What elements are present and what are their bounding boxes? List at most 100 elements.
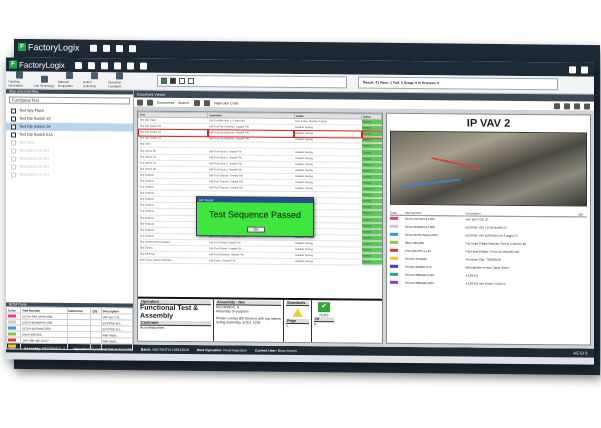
test-results-table: Test Operation Limits Status Test Dip Flash… xyxy=(137,112,383,266)
step-label: Test Inputs (0-1S) xyxy=(19,164,49,169)
gear-icon[interactable] xyxy=(139,62,147,70)
unit-status-summary: Result: 41 Pass: 1 Fail: 0 Scrap: 0 In P… xyxy=(358,76,558,91)
defect-collection-button[interactable]: Defect Collection xyxy=(83,72,105,88)
settings-icon[interactable] xyxy=(126,61,134,70)
page-icon[interactable] xyxy=(564,102,570,109)
step-checkbox-icon xyxy=(11,115,16,122)
background-app-name: FactoryLogix xyxy=(28,42,80,53)
step-checkbox-icon xyxy=(11,107,16,114)
status-user: Brian Cronin xyxy=(277,348,297,353)
dialog-title: DIP Result xyxy=(197,197,313,204)
steps-header: Step and Activities xyxy=(6,89,133,95)
status-next-operation: Final Inspection xyxy=(223,347,248,353)
material-icon xyxy=(65,71,73,80)
documents-label[interactable]: Documents xyxy=(157,100,174,104)
step-checkbox-icon xyxy=(11,139,16,146)
step-label: Test Spy Flash xyxy=(19,108,44,113)
print-icon[interactable] xyxy=(574,102,580,109)
step-checkbox-icon xyxy=(11,163,16,170)
binoculars-icon[interactable] xyxy=(193,99,200,106)
unit-label: Unit: xyxy=(9,345,16,351)
tracking-icon xyxy=(15,71,23,79)
test-report-sheet[interactable]: Test Operation Limits Status Test Dip Flash… xyxy=(137,110,383,344)
wi-qty xyxy=(578,217,587,225)
play-icon[interactable] xyxy=(161,77,167,84)
step-label: Test Inputs (0-1S) xyxy=(19,148,49,153)
tracking-information-button[interactable]: Tracking Information xyxy=(8,71,30,88)
checkmark-icon[interactable] xyxy=(188,78,194,85)
color-swatch xyxy=(390,280,398,284)
wi-color-cell xyxy=(390,263,405,271)
settings-icon[interactable] xyxy=(203,99,210,106)
step-checkbox-icon xyxy=(11,131,16,138)
document-viewer: Document Viewer Documents Search: Inspec… xyxy=(134,90,594,349)
color-swatch xyxy=(8,319,16,324)
defect-icon xyxy=(90,72,98,80)
color-swatch xyxy=(8,325,16,330)
forward-icon[interactable] xyxy=(147,99,153,106)
step-list: Test Spy Flash Test Dip Switch 1S Test Dip… xyxy=(6,106,133,179)
status-assembly: REV3FINDC: A xyxy=(42,346,66,351)
test-row: Start Erase Safety Software Call Erase: U… xyxy=(138,257,382,266)
color-swatch xyxy=(390,264,398,268)
customer-value: Acme/Industries xyxy=(140,325,165,330)
wi-part-number: 0TCCH-9602BK-0007 xyxy=(404,280,435,285)
wi-qty xyxy=(578,233,587,241)
operation-title: Functional Test & Assembly xyxy=(140,304,199,320)
document-icon[interactable] xyxy=(102,44,110,52)
wi-qty xyxy=(578,281,587,289)
unit-genealogy-button[interactable]: Unit Genealogy xyxy=(33,75,55,88)
document-icon[interactable] xyxy=(87,61,95,69)
inspection-code-label: Inspection Code xyxy=(213,100,239,105)
operation-feedback-button[interactable]: Operation Feedback xyxy=(108,72,130,88)
feedback-icon xyxy=(115,72,123,80)
test-name: Start Erase Safety Software xyxy=(138,257,208,264)
wi-color-cell xyxy=(390,271,405,279)
dialog-message: Test Sequence Passed xyxy=(208,209,302,221)
work-instruction-title: IP VAV 2 xyxy=(466,117,511,130)
test-status: Passed xyxy=(361,259,382,266)
color-swatch xyxy=(390,248,398,252)
step-group-select[interactable]: Functional Test xyxy=(9,96,130,105)
home-icon[interactable] xyxy=(89,44,97,52)
settings-icon[interactable] xyxy=(128,44,136,52)
wi-color-cell xyxy=(390,231,405,239)
wi-qty xyxy=(578,241,587,249)
aegis-logo: AEGIS xyxy=(573,350,588,356)
step-checkbox-icon xyxy=(11,147,16,154)
color-swatch xyxy=(390,224,398,228)
stop-icon[interactable] xyxy=(170,77,176,84)
status-batch: WO-SWITCH-08212018 xyxy=(152,347,189,352)
step-label: Test Sele xyxy=(19,140,35,145)
dialog-ok-button[interactable]: OK xyxy=(247,226,265,233)
assembly-photo xyxy=(390,130,587,207)
back-icon[interactable] xyxy=(137,99,143,106)
globe-icon[interactable] xyxy=(100,61,108,69)
home-icon[interactable] xyxy=(74,61,82,69)
location-icon[interactable] xyxy=(115,44,123,52)
step-label: Test Dip Switch 2A xyxy=(19,124,51,129)
approve-icon[interactable] xyxy=(554,102,560,109)
step-checkbox-icon xyxy=(11,123,16,130)
test-result-dialog: DIP Result Test Sequence Passed OK xyxy=(196,196,314,238)
step-label: Test Dip Switch 1S xyxy=(19,116,51,121)
help-icon[interactable] xyxy=(581,65,588,74)
wi-description: 4,138-0,9 mm Router Tube/14 xyxy=(465,280,506,286)
step-checkbox-icon xyxy=(11,155,16,162)
pause-icon[interactable] xyxy=(179,77,185,84)
main-window: F FactoryLogix Tracking Information Unit… xyxy=(6,57,594,365)
print-all-icon[interactable] xyxy=(584,102,590,110)
step-item[interactable]: Test Inputs (1-1S) xyxy=(6,170,133,179)
location-icon[interactable] xyxy=(113,61,121,69)
wi-qty xyxy=(578,249,587,257)
test-limits: Disable Testing xyxy=(294,258,362,266)
color-swatch xyxy=(8,331,16,336)
material-requisition-button[interactable]: Material Requisition xyxy=(58,71,80,88)
wi-color-cell xyxy=(390,255,405,263)
work-instruction-sheet[interactable]: IP VAV 2 Color Part Number Description Qty … xyxy=(386,112,591,346)
wi-part-row: 0TCCH-9602BK-0007 4,138-0,9 mm Router Tub… xyxy=(390,279,587,289)
color-swatch xyxy=(8,337,16,342)
assembly-description: Assembly Description xyxy=(216,309,249,314)
user-icon[interactable] xyxy=(569,65,576,73)
footer-operation: Operation Functional Test & Assembly Cus… xyxy=(138,298,214,342)
